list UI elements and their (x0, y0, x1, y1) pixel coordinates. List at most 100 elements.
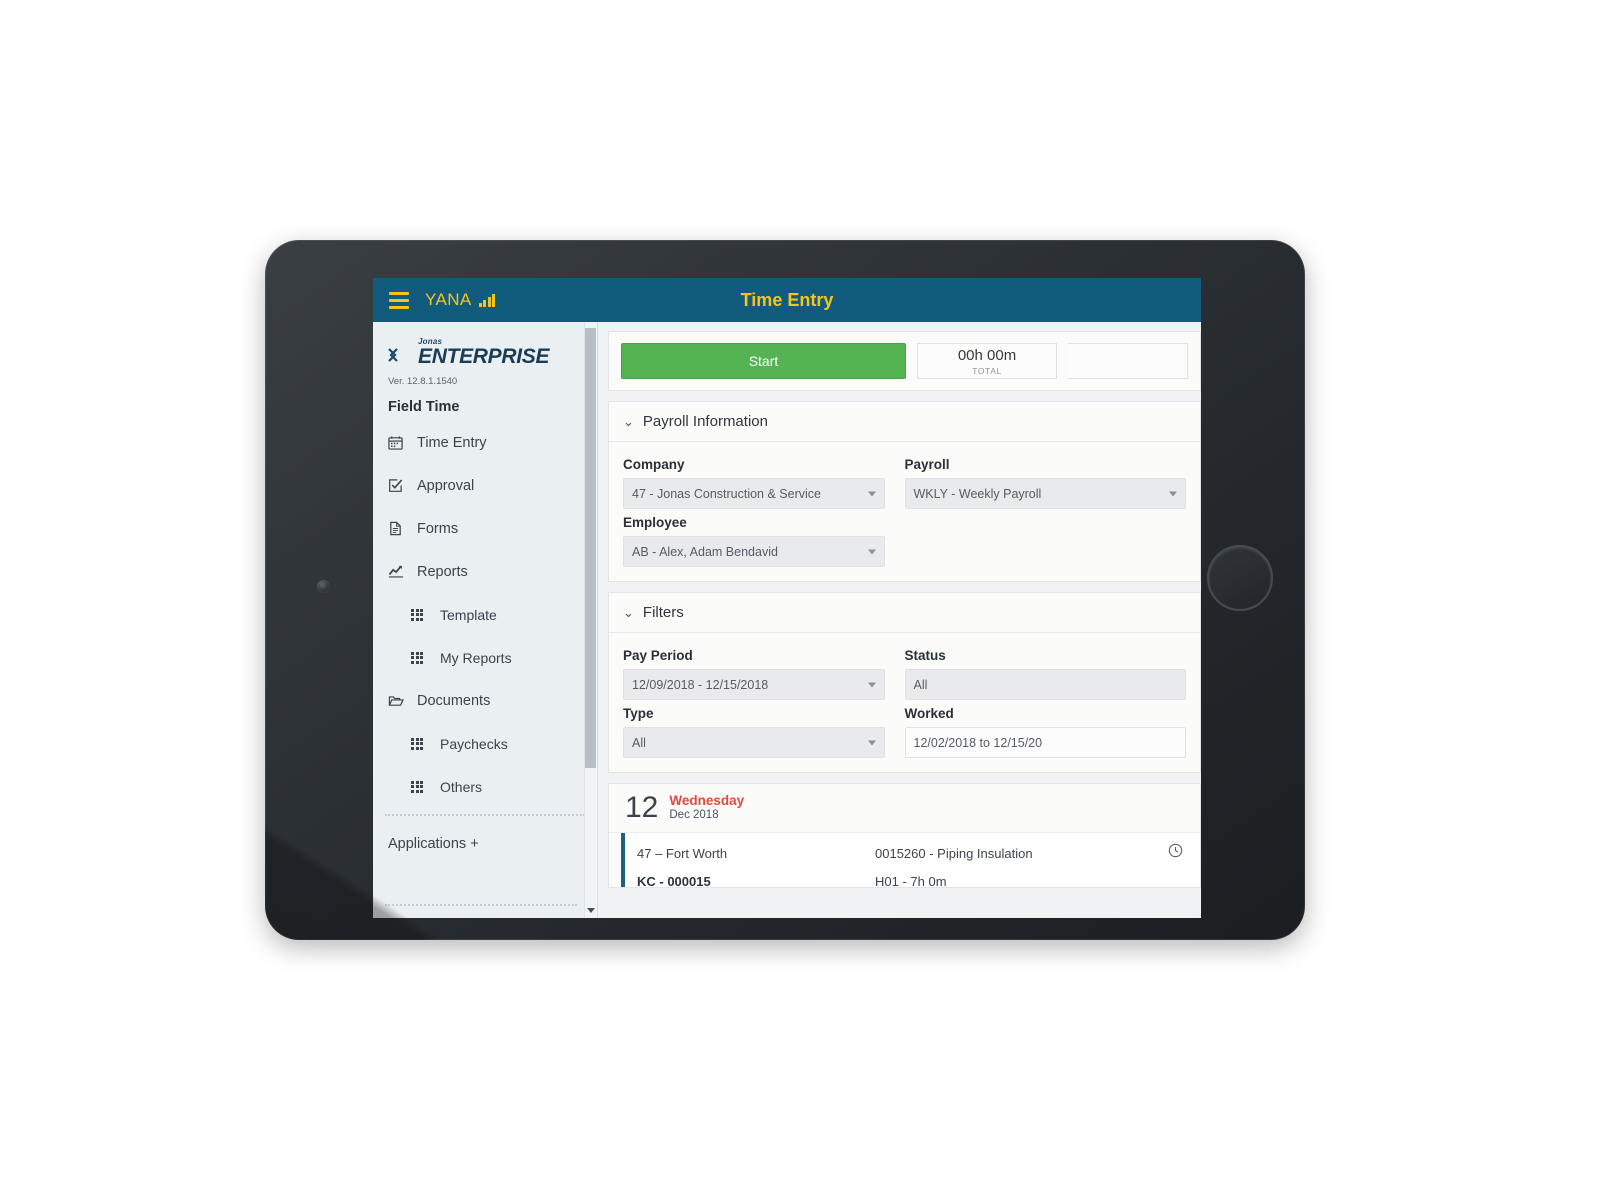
sidebar-item-label: Reports (417, 563, 468, 580)
field-worked: Worked 12/02/2018 to 12/15/20 (904, 706, 1186, 758)
tablet-device: YANA Time Entry Jonas ENTERPRISE Ver. 12… (265, 240, 1305, 940)
chevron-down-icon (1169, 491, 1177, 496)
sidebar-item-my-reports[interactable]: My Reports (373, 636, 597, 679)
sidebar-item-label: Approval (417, 477, 475, 494)
sidebar-item-applications[interactable]: Applications + (373, 816, 597, 852)
scroll-down-arrow-icon[interactable] (585, 905, 596, 916)
entry-line2-left: KC - 000015 (637, 873, 711, 888)
field-payroll: Payroll WKLY - Weekly Payroll (904, 457, 1186, 509)
field-value: All (632, 735, 646, 750)
chevron-down-icon (867, 682, 876, 687)
day-weekday: Wednesday (669, 793, 745, 808)
field-pay-period: Pay Period 12/09/2018 - 12/15/2018 (623, 648, 905, 700)
sidebar-item-label: Documents (417, 692, 491, 709)
grid-icon (411, 608, 433, 621)
sidebar-item-time-entry[interactable]: Time Entry (373, 421, 597, 464)
field-label: Company (623, 457, 685, 472)
chevron-down-icon (867, 740, 876, 745)
day-entries-card: 12 Wednesday Dec 2018 47 – Fort Worth 00… (608, 783, 1201, 888)
employee-select[interactable]: AB - Alex, Adam Bendavid (623, 536, 885, 567)
field-value: AB - Alex, Adam Bendavid (632, 544, 778, 559)
field-value: All (913, 677, 928, 692)
field-value: 47 - Jonas Construction & Service (632, 486, 821, 501)
sidebar-item-reports[interactable]: Reports (373, 550, 597, 593)
field-value: 12/09/2018 - 12/15/2018 (632, 677, 769, 692)
sidebar-item-paychecks[interactable]: Paychecks (373, 722, 597, 765)
folder-open-icon (388, 693, 410, 708)
sidebar: Jonas ENTERPRISE Ver. 12.8.1.1540 Field … (373, 322, 598, 918)
payroll-panel-header[interactable]: ⌄ Payroll Information (609, 402, 1200, 442)
tablet-screen: YANA Time Entry Jonas ENTERPRISE Ver. 12… (373, 278, 1201, 918)
logo: Jonas ENTERPRISE (373, 322, 597, 369)
sidebar-item-forms[interactable]: Forms (373, 507, 597, 550)
signal-bars-icon (478, 293, 496, 307)
sidebar-section-title: Field Time (388, 399, 460, 415)
worked-date-input[interactable]: 12/02/2018 to 12/15/20 (904, 727, 1186, 758)
entry-line2-right: H01 - 7h 0m (875, 873, 947, 888)
home-button[interactable] (1207, 545, 1273, 611)
status-select[interactable]: All (904, 669, 1186, 700)
payroll-panel-title: Payroll Information (642, 413, 768, 430)
secondary-total-box (1068, 343, 1188, 379)
grid-icon (411, 651, 433, 664)
field-label: Type (623, 706, 654, 721)
sidebar-item-template[interactable]: Template (373, 593, 597, 636)
field-value: WKLY - Weekly Payroll (913, 486, 1042, 501)
version-label: Ver. 12.8.1.1540 (388, 376, 458, 387)
filters-panel-body: Pay Period 12/09/2018 - 12/15/2018 Statu… (609, 633, 1200, 772)
field-label: Payroll (904, 457, 950, 472)
field-company: Company 47 - Jonas Construction & Servic… (623, 457, 905, 509)
sidebar-nav: Time Entry Approval Forms Reports Templa… (373, 421, 597, 808)
sidebar-item-approval[interactable]: Approval (373, 464, 597, 507)
field-label: Status (904, 648, 946, 663)
day-number: 12 (625, 791, 659, 824)
jonas-logo-icon (388, 348, 398, 362)
sidebar-item-documents[interactable]: Documents (373, 679, 597, 722)
pay-period-select[interactable]: 12/09/2018 - 12/15/2018 (623, 669, 885, 700)
screenshot-canvas: YANA Time Entry Jonas ENTERPRISE Ver. 12… (0, 0, 1600, 1200)
payroll-information-panel: ⌄ Payroll Information Company 47 - Jonas… (608, 401, 1201, 582)
time-entry-row-line2[interactable]: KC - 000015 H01 - 7h 0m (621, 873, 1200, 887)
time-entry-row[interactable]: 47 – Fort Worth 0015260 - Piping Insulat… (621, 833, 1200, 873)
entry-job: 47 – Fort Worth (637, 845, 728, 861)
app-top-bar: YANA Time Entry (373, 278, 1201, 322)
filters-panel-header[interactable]: ⌄ Filters (609, 593, 1200, 633)
sidebar-item-label: Time Entry (417, 434, 487, 451)
entry-phase: 0015260 - Piping Insulation (875, 845, 1033, 861)
scrollbar-thumb[interactable] (585, 328, 596, 768)
clock-icon (1168, 843, 1186, 863)
sidebar-item-label: Others (440, 778, 483, 795)
total-value: 00h 00m (957, 346, 1017, 364)
sidebar-item-label: Template (440, 606, 497, 623)
front-camera-icon (317, 580, 330, 593)
field-value: 12/02/2018 to 12/15/20 (913, 735, 1043, 750)
document-icon (388, 521, 410, 536)
type-select[interactable]: All (623, 727, 885, 758)
sidebar-bottom-divider (385, 904, 577, 906)
hamburger-menu-icon[interactable] (389, 291, 409, 309)
app-body: Jonas ENTERPRISE Ver. 12.8.1.1540 Field … (373, 322, 1201, 918)
logo-main-text: ENTERPRISE (418, 345, 550, 368)
chart-line-icon (388, 564, 410, 579)
sidebar-item-label: Paychecks (440, 735, 508, 752)
day-month-year: Dec 2018 (669, 809, 719, 822)
field-label: Pay Period (623, 648, 693, 663)
sidebar-item-label: My Reports (440, 649, 512, 666)
start-button[interactable]: Start (621, 343, 906, 379)
calendar-icon (388, 435, 410, 450)
page-title: Time Entry (740, 289, 834, 310)
field-label: Worked (904, 706, 954, 721)
field-label: Employee (623, 515, 687, 530)
chevron-down-icon (867, 491, 876, 496)
filters-panel: ⌄ Filters Pay Period 12/09/2018 - 12/15/… (608, 592, 1201, 773)
sidebar-item-others[interactable]: Others (373, 765, 597, 808)
chevron-down-icon (867, 549, 876, 554)
sidebar-scrollbar[interactable] (584, 322, 597, 918)
field-employee: Employee AB - Alex, Adam Bendavid (623, 515, 905, 567)
company-select[interactable]: 47 - Jonas Construction & Service (623, 478, 885, 509)
chevron-down-icon: ⌄ (623, 605, 634, 620)
sidebar-item-label: Forms (417, 520, 459, 537)
grid-icon (411, 737, 433, 750)
checkbox-check-icon (388, 478, 410, 493)
payroll-select[interactable]: WKLY - Weekly Payroll (904, 478, 1186, 509)
